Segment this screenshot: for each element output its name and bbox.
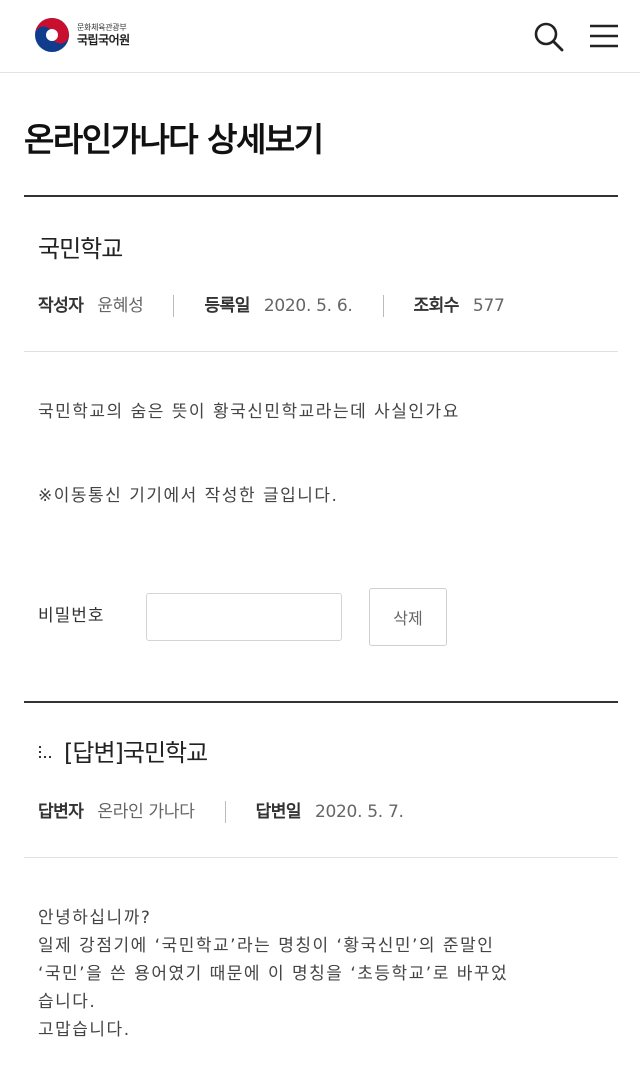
answer-date-label: 답변일 <box>255 802 302 822</box>
answer-date-value: 2020. 5. 7. <box>315 802 404 822</box>
page-title: 온라인가나다 상세보기 <box>24 120 324 159</box>
delete-button[interactable]: 삭제 <box>369 588 447 646</box>
date-label: 등록일 <box>204 296 250 316</box>
meta-separator <box>173 295 175 317</box>
logo-ministry: 문화체육관광부 <box>77 22 127 32</box>
top-header: 문화체육관광부 국립국어원 <box>0 0 640 73</box>
answer-meta: 답변자 온라인 가나다 답변일 2020. 5. 7. <box>38 800 404 824</box>
author-label: 작성자 <box>38 296 84 316</box>
password-input[interactable] <box>146 593 342 641</box>
answer-line: ‘국민’을 쓴 용어였기 때문에 이 명칭을 ‘초등학교’로 바꾸었 <box>38 964 509 984</box>
meta-separator <box>224 801 226 823</box>
answerer-value: 온라인 가나다 <box>97 802 195 822</box>
author-value: 윤혜성 <box>97 296 144 316</box>
password-label: 비밀번호 <box>38 606 105 626</box>
answer-title: [답변]국민학교 <box>64 739 208 767</box>
logo-text: 문화체육관광부 국립국어원 <box>77 23 130 48</box>
question-body: 국민학교의 숨은 뜻이 황국신민학교라는데 사실인가요 <box>38 402 460 422</box>
answer-line: 일제 강점기에 ‘국민학교’라는 명칭이 ‘황국신민’의 준말인 <box>38 936 495 956</box>
logo[interactable]: 문화체육관광부 국립국어원 <box>33 16 130 54</box>
meta-separator <box>382 295 384 317</box>
question-title: 국민학교 <box>38 235 123 263</box>
search-icon[interactable] <box>532 20 564 52</box>
answer-line: 안녕하십니까? <box>38 908 152 928</box>
hamburger-menu-icon[interactable] <box>588 20 620 52</box>
date-value: 2020. 5. 6. <box>263 296 353 316</box>
question-meta: 작성자 윤혜성 등록일 2020. 5. 6. 조회수 577 <box>38 294 505 318</box>
title-divider <box>24 195 618 197</box>
answer-meta-divider <box>24 857 618 858</box>
views-label: 조회수 <box>413 296 460 316</box>
reply-dots-icon <box>39 746 51 758</box>
taegeuk-logo-icon <box>35 18 69 52</box>
views-value: 577 <box>472 296 505 316</box>
answer-line: 습니다. <box>38 992 97 1012</box>
answer-line: 고맙습니다. <box>38 1020 131 1040</box>
answer-divider <box>24 701 618 703</box>
logo-org: 국립국어원 <box>77 32 130 47</box>
mobile-note: ※이동통신 기기에서 작성한 글입니다. <box>38 486 339 506</box>
meta-divider <box>24 351 618 352</box>
answerer-label: 답변자 <box>38 802 84 822</box>
